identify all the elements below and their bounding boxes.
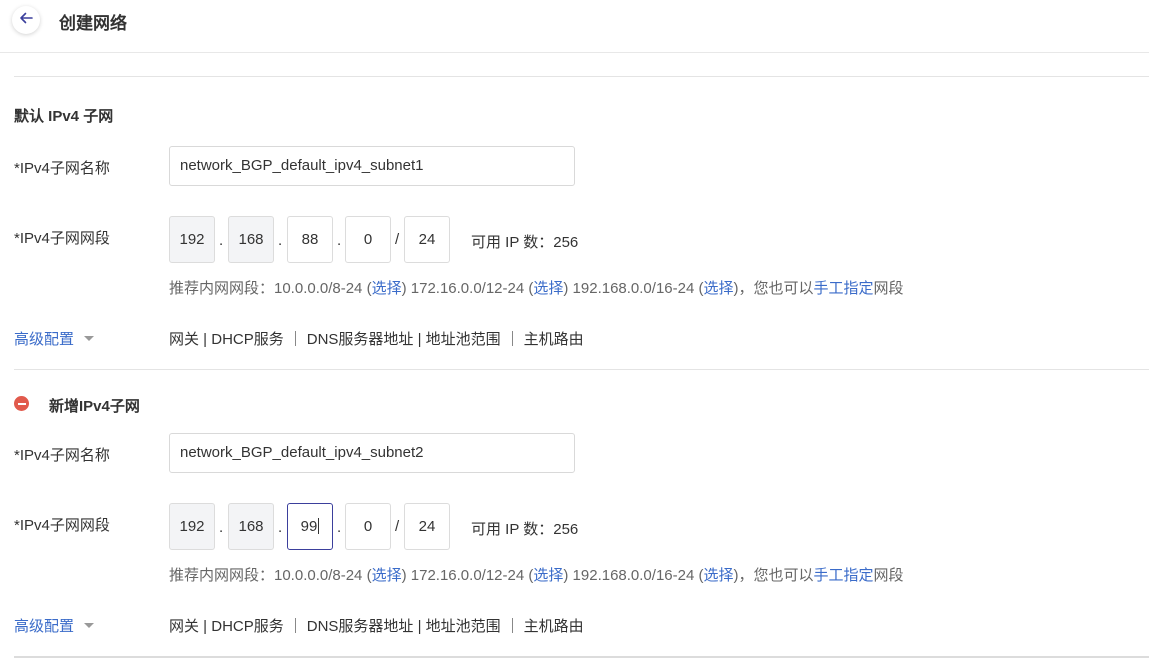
octet-separator: . [337,519,342,536]
select-link-172[interactable]: 选择 [533,567,563,584]
hint-text: ) 192.168.0.0/16-24 ( [563,567,704,584]
text-caret [318,517,320,534]
hint-text: 网段 [873,280,904,297]
tab-divider [511,331,513,346]
subnet-name-label: *IPv4子网名称 [14,447,110,464]
tab-divider [511,618,513,633]
tab-dns-pool[interactable]: DNS服务器地址 | 地址池范围 [307,328,501,349]
tab-gateway-dhcp[interactable]: 网关 | DHCP服务 [169,328,284,349]
advanced-config-label: 高级配置 [14,618,75,635]
octet-2-input[interactable]: 168 [228,216,274,263]
available-ip-count: 可用 IP 数：256 [471,234,579,251]
subnet-cidr-label: *IPv4子网网段 [14,230,110,247]
octet-4-input[interactable]: 0 [345,216,391,263]
arrow-left-icon [18,10,34,31]
advanced-config-tabs: 网关 | DHCP服务 DNS服务器地址 | 地址池范围 主机路由 [169,328,584,349]
tab-host-routes[interactable]: 主机路由 [524,615,584,636]
manual-specify-link[interactable]: 手工指定 [814,567,874,584]
hint-text: )，您也可以 [733,567,814,584]
hint-text: 推荐内网网段：10.0.0.0/8-24 ( [169,280,372,297]
tab-host-routes[interactable]: 主机路由 [524,328,584,349]
back-button[interactable] [12,6,40,34]
tab-gateway-dhcp[interactable]: 网关 | DHCP服务 [169,615,284,636]
hint-text: 推荐内网网段：10.0.0.0/8-24 ( [169,567,372,584]
subnet-name-input[interactable]: network_BGP_default_ipv4_subnet1 [169,146,575,186]
new-subnet-title: 新增IPv4子网 [49,398,140,415]
select-link-10[interactable]: 选择 [372,567,402,584]
octet-1-input[interactable]: 192 [169,216,215,263]
select-link-192[interactable]: 选择 [703,567,733,584]
divider [14,656,1149,658]
subnet-name-input[interactable]: network_BGP_default_ipv4_subnet2 [169,433,575,473]
subnet-cidr-label: *IPv4子网网段 [14,517,110,534]
octet-2-input[interactable]: 168 [228,503,274,550]
chevron-down-icon [84,623,95,628]
octet-1-input[interactable]: 192 [169,503,215,550]
minus-icon [17,402,26,405]
advanced-config-label: 高级配置 [14,331,75,348]
available-ip-count: 可用 IP 数：256 [471,521,579,538]
chevron-down-icon [84,336,95,341]
octet-separator: . [278,232,283,249]
tab-divider [294,618,296,633]
select-link-10[interactable]: 选择 [372,280,402,297]
subnet-name-label: *IPv4子网名称 [14,160,110,177]
manual-specify-link[interactable]: 手工指定 [814,280,874,297]
hint-text: ) 172.16.0.0/12-24 ( [401,567,534,584]
hint-text: ) 192.168.0.0/16-24 ( [563,280,704,297]
recommended-cidr-hint: 推荐内网网段：10.0.0.0/8-24 (选择) 172.16.0.0/12-… [169,277,904,298]
divider [14,369,1149,370]
octet-separator: . [219,232,224,249]
page-header [0,0,1149,53]
remove-subnet-button[interactable] [14,396,29,411]
octet-3-input[interactable]: 88 [287,216,333,263]
hint-text: )，您也可以 [733,280,814,297]
tab-divider [294,331,296,346]
advanced-config-toggle[interactable]: 高级配置 [14,328,95,349]
hint-text: ) 172.16.0.0/12-24 ( [401,280,534,297]
octet-separator: . [219,519,224,536]
octet-4-input[interactable]: 0 [345,503,391,550]
recommended-cidr-hint: 推荐内网网段：10.0.0.0/8-24 (选择) 172.16.0.0/12-… [169,564,904,585]
mask-separator: / [395,231,400,248]
mask-input[interactable]: 24 [404,503,450,550]
octet-separator: . [278,519,283,536]
octet-separator: . [337,232,342,249]
default-subnet-title: 默认 IPv4 子网 [14,108,114,125]
select-link-192[interactable]: 选择 [703,280,733,297]
select-link-172[interactable]: 选择 [533,280,563,297]
advanced-config-tabs: 网关 | DHCP服务 DNS服务器地址 | 地址池范围 主机路由 [169,615,584,636]
advanced-config-toggle[interactable]: 高级配置 [14,615,95,636]
page-title: 创建网络 [59,14,127,33]
tab-dns-pool[interactable]: DNS服务器地址 | 地址池范围 [307,615,501,636]
mask-input[interactable]: 24 [404,216,450,263]
hint-text: 网段 [873,567,904,584]
mask-separator: / [395,518,400,535]
octet-3-value: 99 [300,518,318,535]
octet-3-input[interactable]: 99 [287,503,333,550]
divider [14,76,1149,77]
